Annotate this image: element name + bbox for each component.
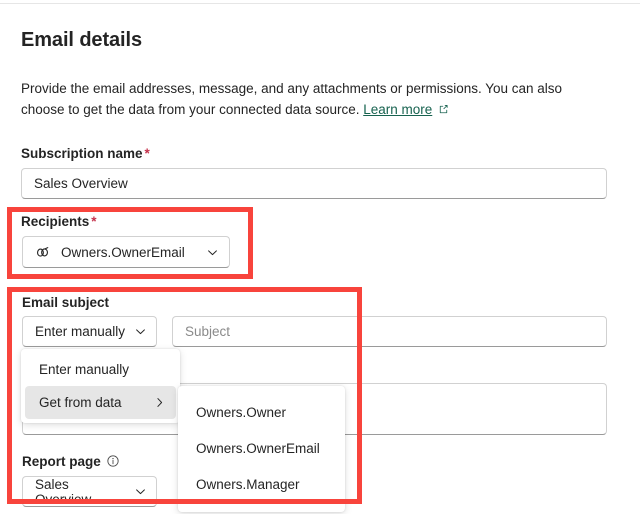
link-icon [34, 244, 51, 261]
required-marker: * [91, 214, 97, 229]
subscription-name-label-text: Subscription name [21, 146, 143, 161]
email-subject-mode-menu: Enter manually Get from data [21, 349, 180, 423]
external-link-icon[interactable] [437, 101, 450, 122]
submenu-item-owners-owneremail[interactable]: Owners.OwnerEmail [182, 430, 341, 466]
report-page-label-text: Report page [22, 454, 101, 469]
submenu-item-label: Owners.Manager [196, 476, 300, 492]
description-text: Provide the email addresses, message, an… [21, 81, 563, 117]
submenu-item-owners-manager[interactable]: Owners.Manager [182, 466, 341, 502]
email-subject-mode-combobox[interactable]: Enter manually [22, 316, 157, 347]
page-title: Email details [21, 29, 142, 51]
menu-item-get-from-data[interactable]: Get from data [25, 386, 176, 419]
chevron-down-icon [134, 325, 147, 338]
submenu-item-label: Owners.OwnerEmail [196, 440, 320, 456]
email-subject-label-text: Email subject [22, 295, 110, 310]
menu-item-label: Get from data [39, 395, 122, 410]
recipients-combobox[interactable]: Owners.OwnerEmail [22, 236, 230, 268]
chevron-right-icon [153, 396, 166, 409]
panel-description: Provide the email addresses, message, an… [21, 78, 603, 122]
email-subject-label: Email subject [22, 295, 109, 310]
report-page-label: Report page [22, 454, 120, 471]
email-details-panel: Email details Provide the email addresse… [0, 0, 640, 514]
recipients-label: Recipients * [21, 214, 97, 229]
chevron-down-icon [206, 246, 219, 259]
report-page-combobox[interactable]: Sales Overview [22, 476, 157, 507]
report-page-value: Sales Overview [35, 476, 92, 507]
subscription-name-input[interactable] [21, 168, 607, 199]
submenu-item-owners-owner[interactable]: Owners.Owner [182, 394, 341, 430]
recipients-value: Owners.OwnerEmail [61, 244, 185, 260]
learn-more-link[interactable]: Learn more [363, 102, 432, 117]
email-subject-mode-value: Enter manually [35, 324, 126, 339]
chevron-down-icon [134, 485, 147, 498]
menu-item-label: Enter manually [39, 362, 130, 377]
recipients-label-text: Recipients [21, 214, 90, 229]
email-subject-input[interactable] [172, 316, 607, 347]
menu-item-enter-manually[interactable]: Enter manually [25, 353, 176, 386]
required-marker: * [144, 146, 150, 161]
get-from-data-submenu: Owners.Owner Owners.OwnerEmail Owners.Ma… [178, 386, 345, 512]
subscription-name-label: Subscription name * [21, 146, 150, 161]
info-icon[interactable] [106, 454, 120, 471]
submenu-item-label: Owners.Owner [196, 404, 287, 420]
